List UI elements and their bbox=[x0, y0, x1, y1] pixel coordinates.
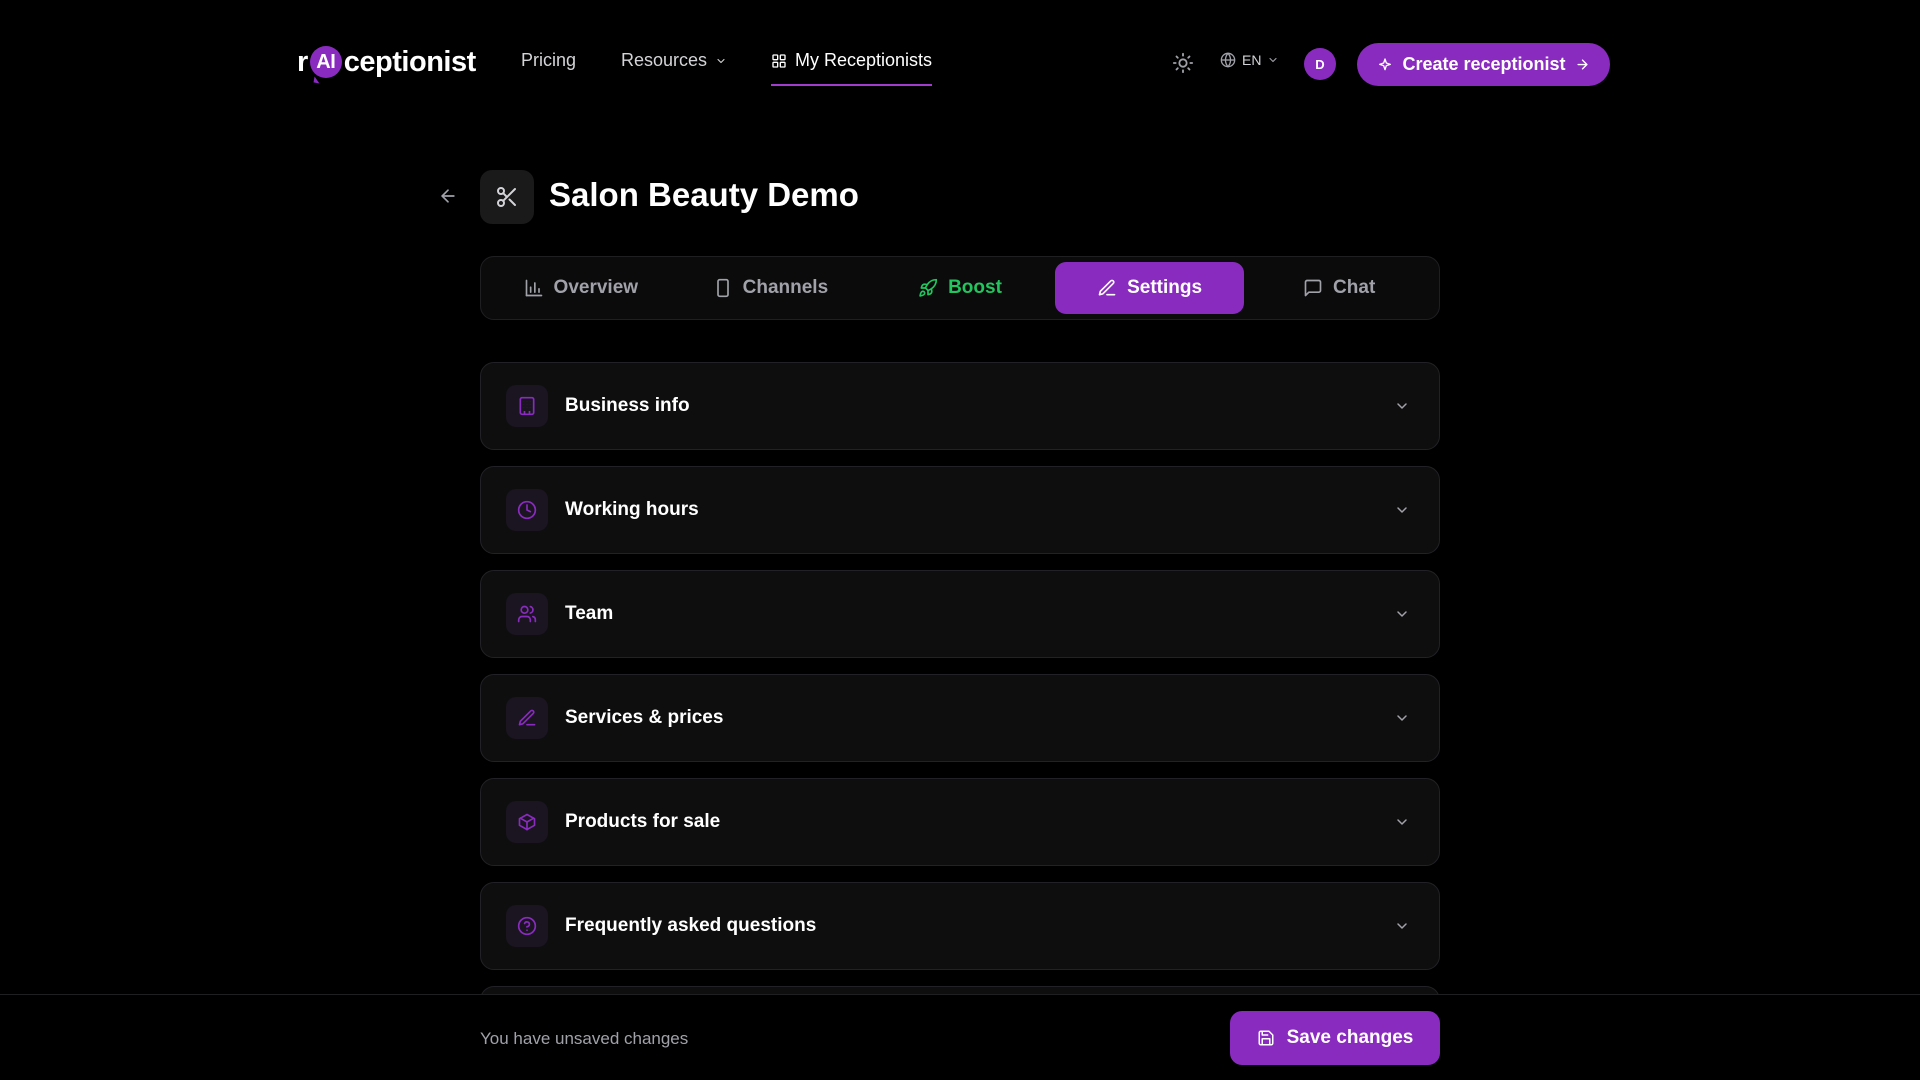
chevron-down-icon bbox=[1397, 819, 1407, 825]
page-title: Salon Beauty Demo bbox=[549, 176, 859, 213]
section-working-hours[interactable]: Working hours bbox=[480, 466, 1440, 554]
nav-resources-dropdown[interactable]: Resources bbox=[621, 50, 727, 71]
tab-settings[interactable]: Settings bbox=[1054, 262, 1245, 314]
active-nav-underline bbox=[771, 84, 933, 86]
chevron-down-icon bbox=[1397, 611, 1407, 617]
language-label: EN bbox=[1242, 52, 1262, 68]
avatar[interactable]: D bbox=[1304, 48, 1336, 80]
create-receptionist-button[interactable]: Create receptionist bbox=[1357, 43, 1610, 86]
scissors-icon bbox=[497, 187, 516, 207]
section-icon-wrap bbox=[506, 593, 548, 635]
users-icon bbox=[517, 605, 537, 623]
receptionist-avatar bbox=[480, 170, 534, 224]
section-label: Products for sale bbox=[565, 811, 721, 832]
save-icon bbox=[1258, 1030, 1274, 1046]
rocket-icon bbox=[919, 278, 938, 297]
tab-chat-label: Chat bbox=[1333, 277, 1376, 298]
section-label: Working hours bbox=[565, 499, 699, 520]
tab-overview[interactable]: Overview bbox=[486, 262, 676, 314]
section-faq[interactable]: Frequently asked questions bbox=[480, 882, 1440, 970]
nav-resources-label: Resources bbox=[621, 50, 708, 70]
arrow-right-icon bbox=[1576, 59, 1588, 70]
phone-icon bbox=[716, 278, 729, 298]
save-changes-label: Save changes bbox=[1286, 1027, 1414, 1048]
logo-prefix: r bbox=[297, 45, 308, 78]
section-products-for-sale[interactable]: Products for sale bbox=[480, 778, 1440, 866]
arrow-left-icon[interactable] bbox=[438, 186, 458, 206]
unsaved-changes-text: You have unsaved changes bbox=[480, 1029, 689, 1048]
sparkle-icon bbox=[1379, 57, 1392, 70]
clock-icon bbox=[517, 500, 537, 520]
tab-channels-label: Channels bbox=[742, 277, 829, 298]
chevron-down-icon bbox=[1397, 507, 1407, 513]
nav-pricing-link[interactable]: Pricing bbox=[521, 50, 576, 71]
tab-boost[interactable]: Boost bbox=[865, 262, 1055, 314]
section-icon-wrap bbox=[506, 697, 548, 739]
logo[interactable]: r AI ceptionist bbox=[297, 42, 476, 82]
top-navigation: r AI ceptionist Pricing Resources My Rec… bbox=[0, 0, 1920, 128]
message-icon bbox=[1304, 279, 1322, 297]
tab-channels[interactable]: Channels bbox=[676, 262, 866, 314]
save-changes-button[interactable]: Save changes bbox=[1230, 1011, 1440, 1065]
globe-icon bbox=[1220, 52, 1236, 68]
language-selector[interactable]: EN bbox=[1220, 52, 1279, 68]
package-icon bbox=[518, 813, 536, 831]
chevron-down-icon bbox=[1397, 403, 1407, 409]
sun-icon[interactable] bbox=[1172, 52, 1194, 74]
grid-icon bbox=[772, 53, 786, 68]
section-label: Frequently asked questions bbox=[565, 915, 817, 936]
pencil-icon bbox=[518, 709, 536, 726]
tab-boost-label: Boost bbox=[948, 277, 1002, 298]
section-services-prices[interactable]: Services & prices bbox=[480, 674, 1440, 762]
section-label: Team bbox=[565, 603, 614, 624]
tab-overview-label: Overview bbox=[553, 277, 639, 298]
unsaved-changes-bar: You have unsaved changes Save changes bbox=[0, 994, 1920, 1080]
chevron-down-icon bbox=[717, 58, 725, 63]
nav-my-receptionists-link[interactable]: My Receptionists bbox=[771, 50, 933, 86]
receptionist-tabs: Overview Channels Boost Settings Chat bbox=[480, 256, 1440, 320]
chevron-down-icon bbox=[1397, 715, 1407, 721]
section-label: Business info bbox=[565, 395, 690, 416]
section-icon-wrap bbox=[506, 385, 548, 427]
bar-chart-icon bbox=[525, 279, 542, 297]
logo-suffix: ceptionist bbox=[343, 45, 476, 78]
section-team[interactable]: Team bbox=[480, 570, 1440, 658]
section-label: Services & prices bbox=[565, 707, 724, 728]
section-business-info[interactable]: Business info bbox=[480, 362, 1440, 450]
tab-settings-label: Settings bbox=[1127, 277, 1203, 298]
chevron-down-icon bbox=[1397, 923, 1407, 929]
nav-pricing-label: Pricing bbox=[521, 50, 577, 70]
section-icon-wrap bbox=[506, 905, 548, 947]
help-circle-icon bbox=[517, 916, 537, 936]
tab-chat[interactable]: Chat bbox=[1244, 262, 1434, 314]
section-icon-wrap bbox=[506, 489, 548, 531]
chevron-down-icon bbox=[1269, 57, 1278, 63]
create-receptionist-label: Create receptionist bbox=[1402, 54, 1566, 74]
pencil-icon bbox=[1098, 279, 1116, 296]
nav-my-receptionists-label: My Receptionists bbox=[795, 50, 933, 70]
section-icon-wrap bbox=[506, 801, 548, 843]
settings-sections: Business info Working hours Team Service… bbox=[480, 362, 1440, 1042]
building-icon bbox=[519, 396, 535, 416]
logo-ai-bubble: AI bbox=[309, 46, 342, 78]
